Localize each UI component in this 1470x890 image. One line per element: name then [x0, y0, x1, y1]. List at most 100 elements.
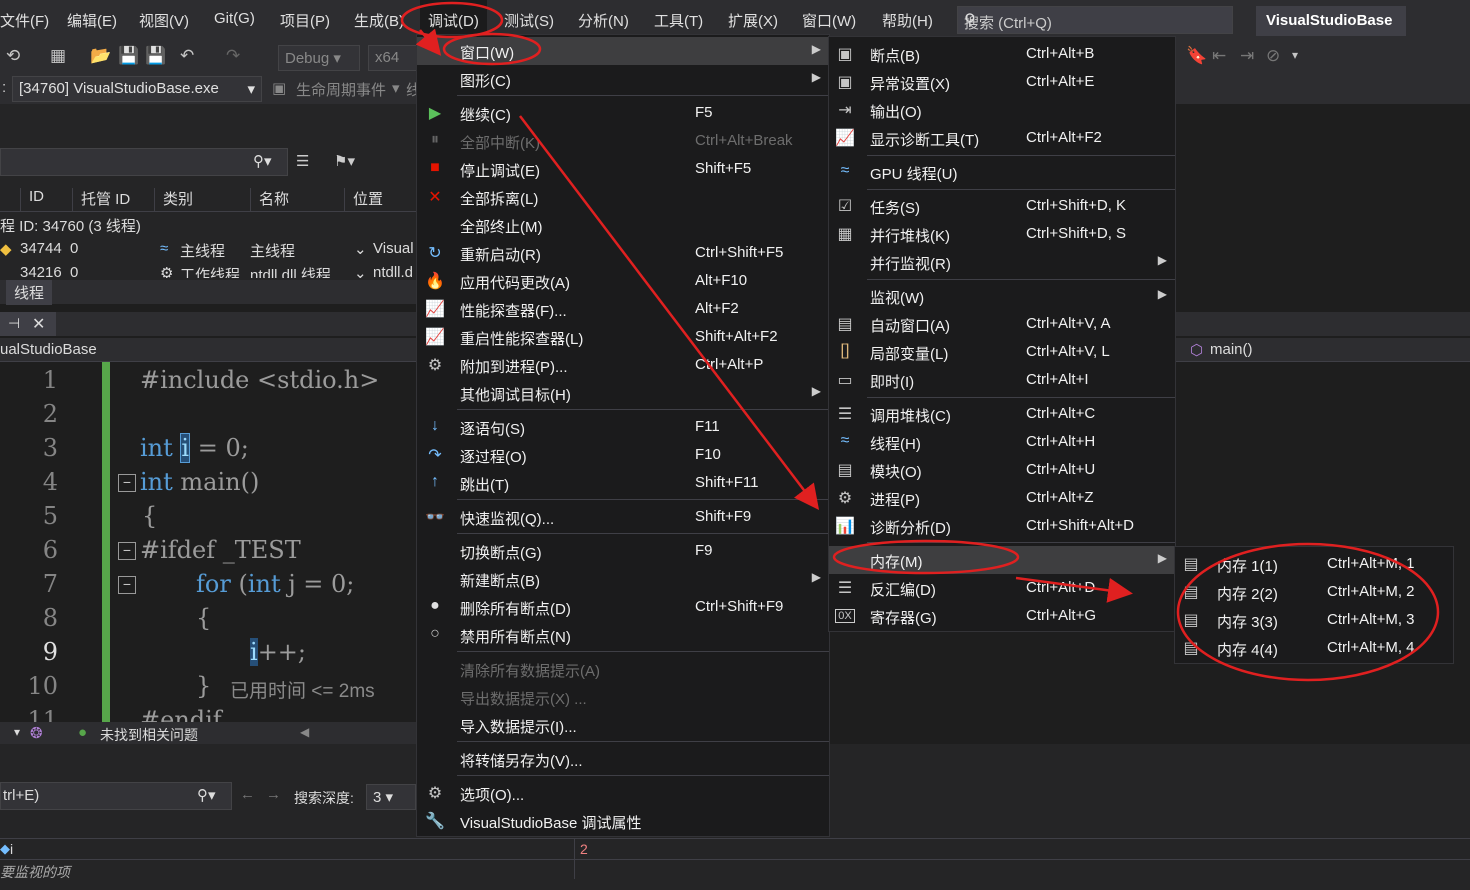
- menu-item-diagnostic-analysis[interactable]: 📊 诊断分析(D) Ctrl+Shift+Alt+D: [829, 512, 1175, 540]
- menu-window[interactable]: 窗口(W): [802, 10, 856, 31]
- menu-item-break-all[interactable]: ⏸ 全部中断(K) Ctrl+Alt+Break: [417, 127, 829, 155]
- function-label[interactable]: main(): [1210, 341, 1253, 358]
- menu-item-export-datatips[interactable]: 导出数据提示(X) ...: [417, 683, 829, 711]
- menu-item-exception-settings[interactable]: ▣ 异常设置(X) Ctrl+Alt+E: [829, 68, 1175, 96]
- menu-item-memory-3[interactable]: ▤ 内存 3(3) Ctrl+Alt+M, 3: [1175, 606, 1453, 634]
- menu-item-step-over[interactable]: ↷ 逐过程(O) F10: [417, 441, 829, 469]
- search-box[interactable]: 搜索 (Ctrl+Q) ⚲: [957, 6, 1233, 34]
- menu-item-immediate[interactable]: ▭ 即时(I) Ctrl+Alt+I: [829, 366, 1175, 394]
- table-row[interactable]: 34216 0 ⚙ 工作线程 ntdll.dll 线程 ⌄ ntdll.d: [0, 262, 418, 278]
- menu-project[interactable]: 项目(P): [280, 10, 330, 31]
- menu-item-tasks[interactable]: ☑ 任务(S) Ctrl+Shift+D, K: [829, 192, 1175, 220]
- menu-item-gpu-threads[interactable]: ≈ GPU 线程(U): [829, 158, 1175, 186]
- menu-item-profiler[interactable]: 📈 性能探查器(F)... Alt+F2: [417, 295, 829, 323]
- config-dropdown[interactable]: Debug ▾: [278, 45, 360, 71]
- collapse-icon[interactable]: −: [118, 576, 136, 594]
- expand-icon[interactable]: ⌄: [354, 240, 367, 258]
- col-managed-id[interactable]: 托管 ID: [72, 188, 150, 212]
- menu-item-memory-2[interactable]: ▤ 内存 2(2) Ctrl+Alt+M, 2: [1175, 578, 1453, 606]
- menu-item-locals[interactable]: [] 局部变量(L) Ctrl+Alt+V, L: [829, 338, 1175, 366]
- toolbar-overflow-icon[interactable]: ▾: [1292, 48, 1298, 62]
- menu-item-options[interactable]: ⚙ 选项(O)...: [417, 779, 829, 807]
- menu-item-registers[interactable]: 0X 寄存器(G) Ctrl+Alt+G: [829, 602, 1175, 630]
- menu-item-other-targets[interactable]: 其他调试目标(H) ▶: [417, 379, 829, 407]
- col-category[interactable]: 类别: [154, 188, 246, 212]
- menu-edit[interactable]: 编辑(E): [67, 10, 117, 31]
- menu-item-continue[interactable]: ▶ 继续(C) F5: [417, 99, 829, 127]
- menu-item-step-out[interactable]: ↑ 跳出(T) Shift+F11: [417, 469, 829, 497]
- collapse-icon[interactable]: −: [118, 474, 136, 492]
- bookmark-icon[interactable]: 🔖: [1186, 46, 1207, 66]
- menu-item-delete-breakpoints[interactable]: ● 删除所有断点(D) Ctrl+Shift+F9: [417, 593, 829, 621]
- flag-icon[interactable]: ⚑▾: [334, 152, 355, 170]
- search-next-icon[interactable]: →: [266, 786, 281, 803]
- col-name[interactable]: 名称: [250, 188, 340, 212]
- menu-file[interactable]: 文件(F): [0, 10, 49, 31]
- menu-git[interactable]: Git(G): [214, 10, 255, 27]
- menu-item-modules[interactable]: ▤ 模块(O) Ctrl+Alt+U: [829, 456, 1175, 484]
- menu-item-memory-4[interactable]: ▤ 内存 4(4) Ctrl+Alt+M, 4: [1175, 634, 1453, 662]
- platform-dropdown[interactable]: x64: [368, 45, 418, 71]
- menu-item-autos[interactable]: ▤ 自动窗口(A) Ctrl+Alt+V, A: [829, 310, 1175, 338]
- menu-test[interactable]: 测试(S): [504, 10, 554, 31]
- menu-item-save-dump[interactable]: 将转储另存为(V)...: [417, 745, 829, 773]
- copilot-icon[interactable]: ❂: [30, 724, 43, 742]
- scroll-left-icon[interactable]: ◀: [300, 725, 309, 739]
- menu-item-stop-debugging[interactable]: ■ 停止调试(E) Shift+F5: [417, 155, 829, 183]
- expand-icon[interactable]: ⌄: [354, 264, 367, 278]
- menu-item-breakpoints[interactable]: ▣ 断点(B) Ctrl+Alt+B: [829, 40, 1175, 68]
- bookmark-clear-icon[interactable]: ⊘: [1266, 46, 1280, 66]
- save-icon[interactable]: 💾: [118, 46, 139, 66]
- menu-item-parallel-stacks[interactable]: ▦ 并行堆栈(K) Ctrl+Shift+D, S: [829, 220, 1175, 248]
- undo-icon[interactable]: ↶: [180, 46, 194, 66]
- group-icon[interactable]: ☰: [296, 152, 309, 170]
- menu-item-threads[interactable]: ≈ 线程(H) Ctrl+Alt+H: [829, 428, 1175, 456]
- col-location[interactable]: 位置: [344, 188, 418, 212]
- menu-tools[interactable]: 工具(T): [654, 10, 703, 31]
- menu-item-disable-breakpoints[interactable]: ○ 禁用所有断点(N): [417, 621, 829, 649]
- menu-item-toggle-breakpoint[interactable]: 切换断点(G) F9: [417, 537, 829, 565]
- watch-search-input[interactable]: trl+E) ⚲▾: [0, 782, 232, 810]
- bookmark-prev-icon[interactable]: ⇤: [1212, 46, 1226, 66]
- menu-item-relaunch-profiler[interactable]: 📈 重启性能探查器(L) Shift+Alt+F2: [417, 323, 829, 351]
- menu-item-diagnostic-tools[interactable]: 📈 显示诊断工具(T) Ctrl+Alt+F2: [829, 124, 1175, 152]
- menu-analyze[interactable]: 分析(N): [578, 10, 629, 31]
- thread-group-label[interactable]: 程 ID: 34760 (3 线程): [0, 215, 141, 236]
- lifecycle-label[interactable]: 生命周期事件: [296, 79, 386, 100]
- menu-item-restart[interactable]: ↻ 重新启动(R) Ctrl+Shift+F5: [417, 239, 829, 267]
- table-row[interactable]: ◆ 34744 0 ≈ 主线程 主线程 ⌄ Visual: [0, 238, 418, 260]
- code-editor[interactable]: 1 2 3 4 5 6 7 8 9 10 11 #include <stdio.…: [0, 362, 418, 722]
- menu-item-call-stack[interactable]: ☰ 调用堆栈(C) Ctrl+Alt+C: [829, 400, 1175, 428]
- watch-value[interactable]: 2: [580, 841, 588, 857]
- menu-item-disassembly[interactable]: ☰ 反汇编(D) Ctrl+Alt+D: [829, 574, 1175, 602]
- menu-item-memory-1[interactable]: ▤ 内存 1(1) Ctrl+Alt+M, 1: [1175, 550, 1453, 578]
- chevron-down-icon[interactable]: ▾: [14, 725, 20, 739]
- menu-item-hot-reload[interactable]: 🔥 应用代码更改(A) Alt+F10: [417, 267, 829, 295]
- pin-icon[interactable]: ⊣: [8, 315, 20, 332]
- menu-item-processes[interactable]: ⚙ 进程(P) Ctrl+Alt+Z: [829, 484, 1175, 512]
- col-id[interactable]: ID: [20, 188, 72, 212]
- menu-item-output[interactable]: ⇥ 输出(O): [829, 96, 1175, 124]
- menu-item-memory[interactable]: 内存(M) ▶: [829, 546, 1175, 574]
- collapse-icon[interactable]: −: [118, 542, 136, 560]
- add-watch-hint[interactable]: 要监视的项: [0, 862, 70, 882]
- redo-icon[interactable]: ↷: [226, 46, 240, 66]
- menu-view[interactable]: 视图(V): [139, 10, 189, 31]
- watch-name[interactable]: i: [10, 841, 13, 857]
- search-prev-icon[interactable]: ←: [240, 786, 255, 803]
- menu-build[interactable]: 生成(B): [354, 10, 404, 31]
- perf-tip[interactable]: 已用时间 <= 2ms: [230, 676, 375, 703]
- menu-item-import-datatips[interactable]: 导入数据提示(I)...: [417, 711, 829, 739]
- menu-item-terminate-all[interactable]: 全部终止(M): [417, 211, 829, 239]
- menu-help[interactable]: 帮助(H): [882, 10, 933, 31]
- back-icon[interactable]: ⟲: [6, 46, 20, 66]
- bookmark-next-icon[interactable]: ⇥: [1240, 46, 1254, 66]
- menu-item-new-breakpoint[interactable]: 新建断点(B) ▶: [417, 565, 829, 593]
- save-all-icon[interactable]: 💾: [145, 46, 166, 66]
- open-folder-icon[interactable]: 📂: [90, 46, 111, 66]
- menu-item-watch[interactable]: 监视(W) ▶: [829, 282, 1175, 310]
- menu-extensions[interactable]: 扩展(X): [728, 10, 778, 31]
- project-label[interactable]: ualStudioBase: [0, 341, 97, 358]
- new-item-icon[interactable]: ▦: [50, 46, 66, 66]
- menu-item-clear-datatips[interactable]: 清除所有数据提示(A): [417, 655, 829, 683]
